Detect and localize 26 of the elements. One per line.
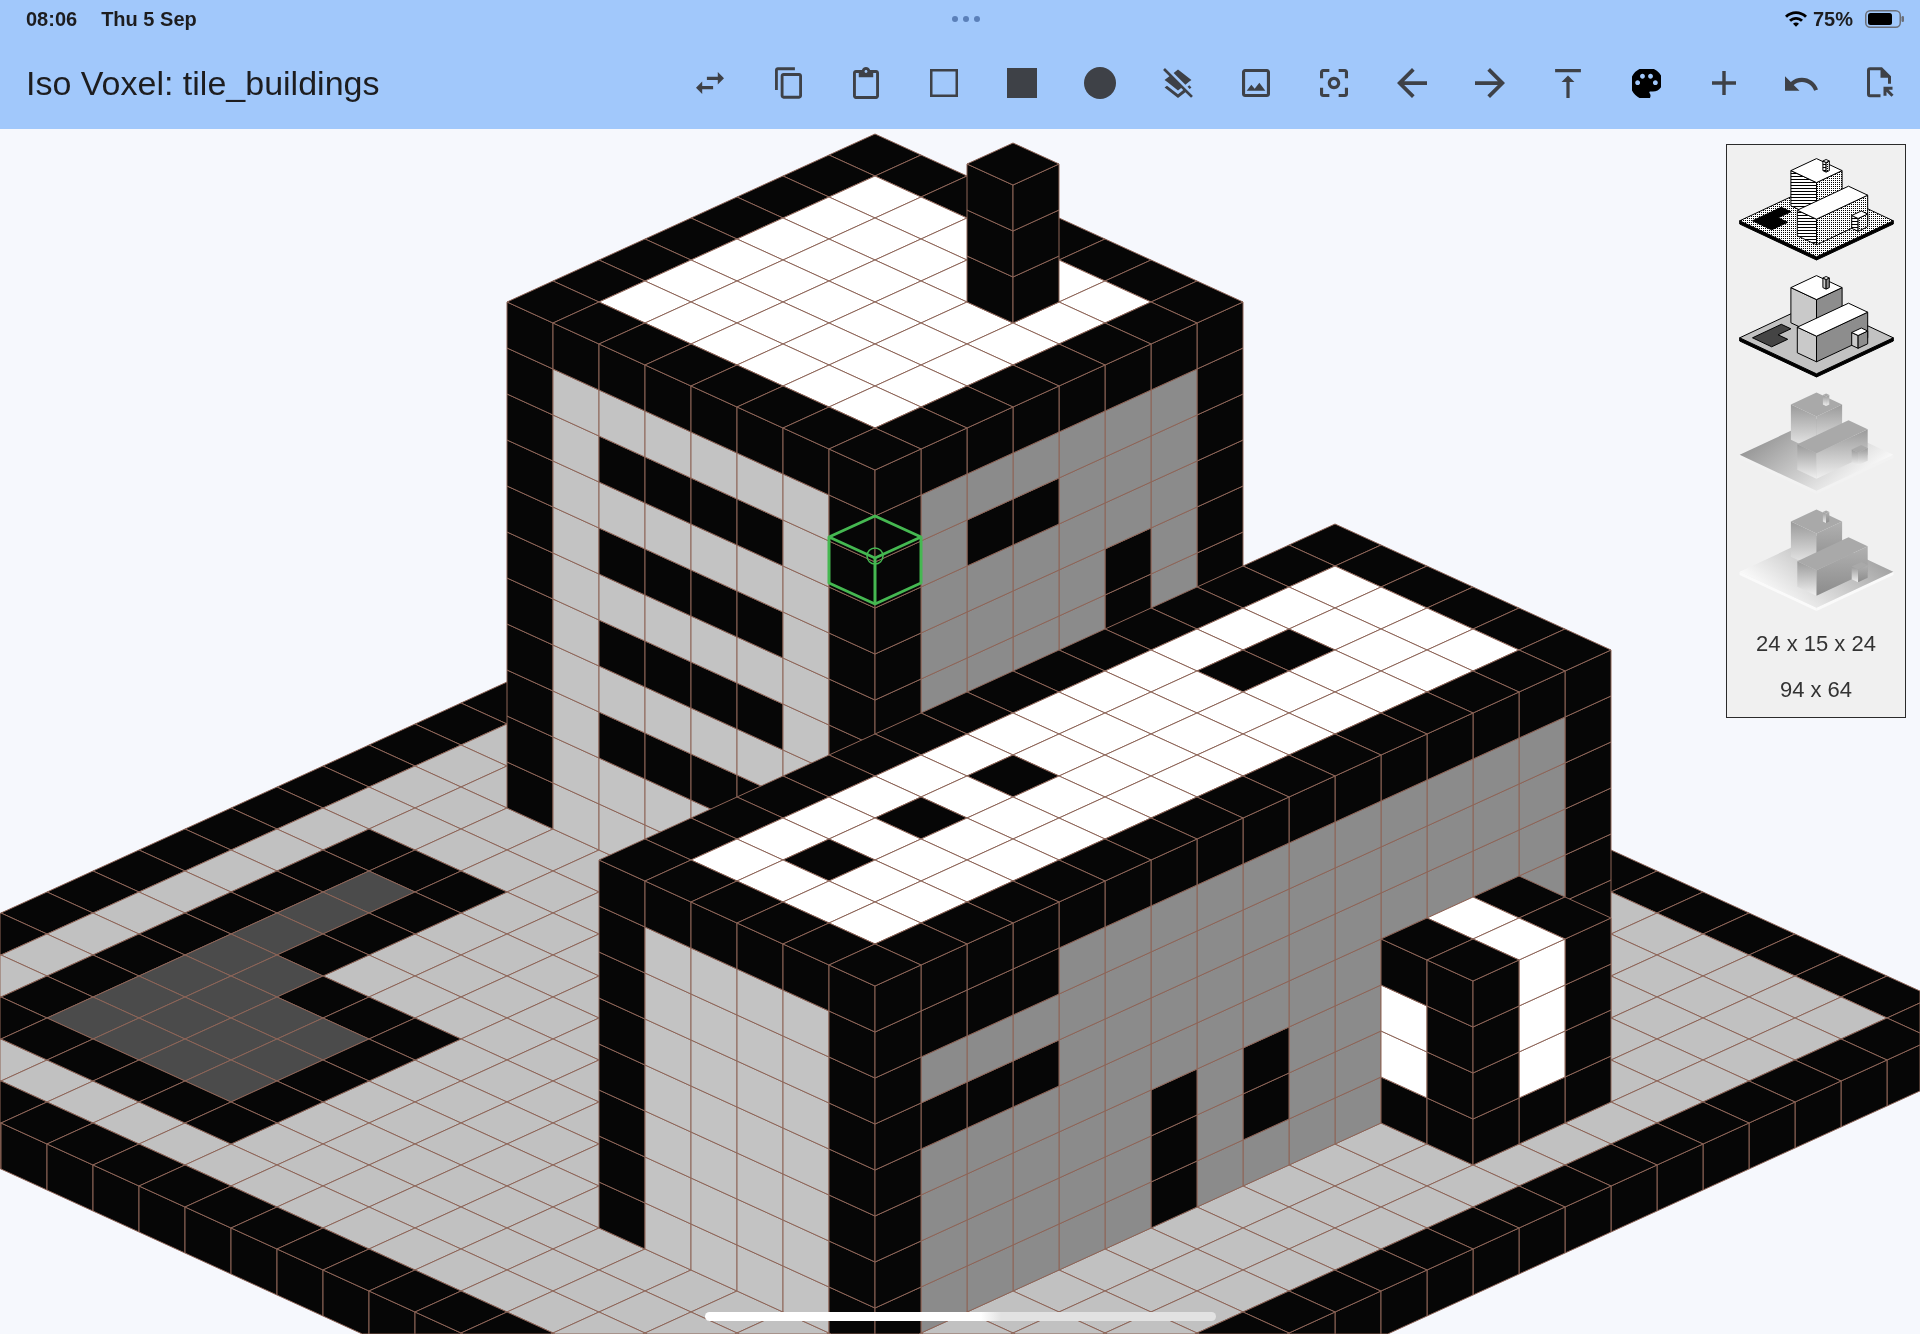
clipboard-icon (853, 67, 879, 99)
cube-cursor-icon (827, 514, 923, 606)
arrow-left-icon (1397, 68, 1427, 98)
focus-frame-icon (1320, 69, 1348, 97)
copy-icon (774, 67, 802, 99)
arrow-up-to-line-icon (1555, 68, 1581, 98)
model-dimensions: 24 x 15 x 24 (1756, 630, 1876, 658)
filled-circle-icon (1084, 67, 1116, 99)
status-date: Thu 5 Sep (101, 8, 197, 29)
undo-icon (1785, 75, 1819, 91)
wifi-icon (1784, 10, 1807, 27)
layers-crossed-icon (1163, 68, 1193, 98)
battery-percentage: 75% (1812, 8, 1853, 29)
voxel-canvas[interactable]: 24 x 15 x 24 94 x 64 (0, 129, 1920, 1334)
filled-square-icon (1007, 68, 1037, 98)
square-outline-icon (930, 69, 958, 97)
image-size: 94 x 64 (1779, 676, 1853, 704)
plus-icon (1712, 71, 1736, 95)
palette-icon (1631, 68, 1661, 98)
document-title: Iso Voxel: tile_buildings (26, 66, 380, 100)
image-icon (1242, 69, 1270, 97)
battery-icon (1865, 9, 1905, 28)
arrow-right-icon (1475, 68, 1505, 98)
file-arrow-icon (1866, 67, 1894, 99)
swap-arrows-icon (696, 72, 724, 94)
status-time: 08:06 (26, 8, 78, 29)
